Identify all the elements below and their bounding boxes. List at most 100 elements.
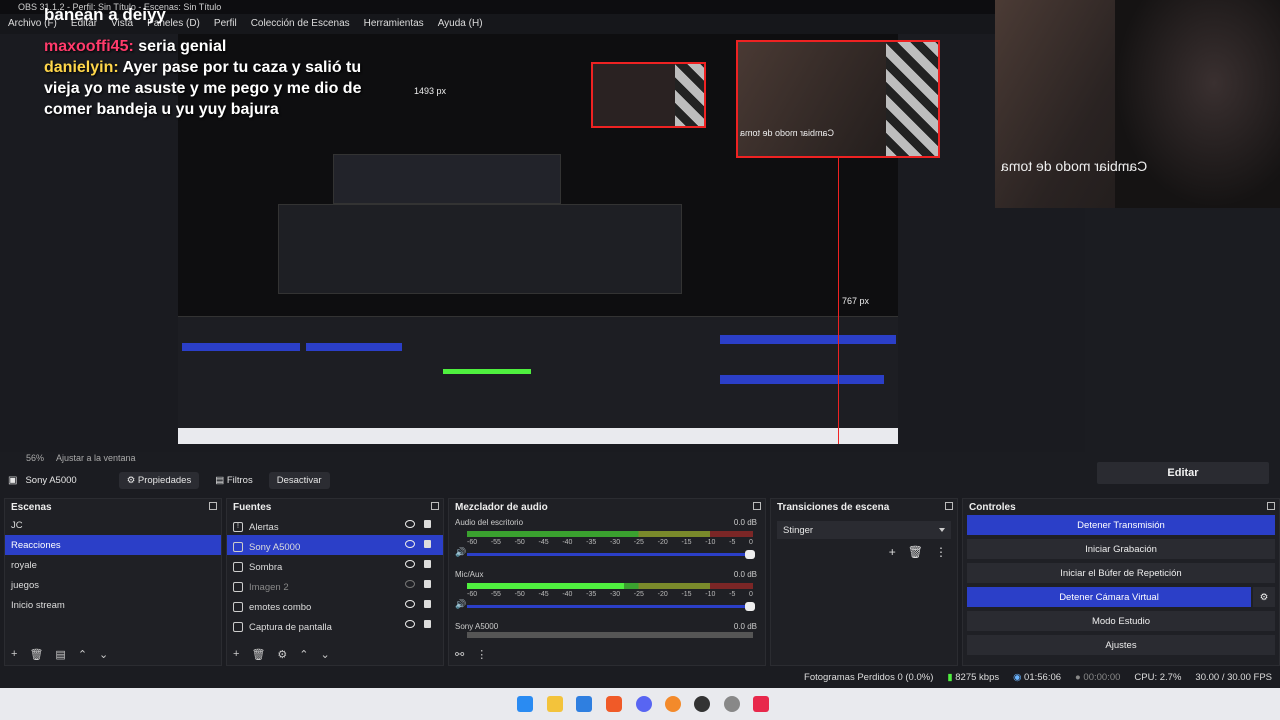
globe-icon [233,562,243,572]
meter-tick: -45 [538,591,549,598]
stop-streaming-button[interactable]: Detener Transmisión [967,515,1275,535]
studio-mode-button[interactable]: Modo Estudio [967,611,1275,631]
add-icon[interactable]: + [889,545,896,559]
more-icon[interactable]: ⋮ [935,545,947,559]
down-icon[interactable]: ⌄ [321,648,330,661]
filter-icon[interactable]: ▤ [55,648,65,661]
eye-icon[interactable] [405,520,415,528]
px-label-1: 1493 px [414,86,447,96]
chevron-down-icon [939,528,945,532]
obs-icon[interactable] [694,696,710,712]
scene-item[interactable]: Inicio stream [5,595,221,615]
px-label-2: 767 px [842,296,870,306]
store-icon[interactable] [576,696,592,712]
stop-virtual-camera-button[interactable]: Detener Cámara Virtual [967,587,1251,607]
scene-item[interactable]: royale [5,555,221,575]
eye-icon[interactable] [405,620,415,628]
deactivate-button[interactable]: Desactivar [268,471,330,489]
volume-slider[interactable] [467,602,755,611]
app-icon[interactable] [753,696,769,712]
stream-banner: banean a deiyy [44,5,166,24]
meter-tick: -35 [586,539,597,546]
add-icon[interactable]: + [233,648,239,661]
meter-tick: -5 [729,591,736,598]
brave-icon[interactable] [606,696,622,712]
trash-icon[interactable]: 🗑 [251,648,265,661]
source-item[interactable]: Imagen 2 [227,575,443,595]
transition-select[interactable]: Stinger [777,521,951,539]
channel-name: Audio del escritorio [455,518,524,527]
eye-icon[interactable] [405,540,415,548]
channel-db: 0.0 dB [733,518,757,527]
channel-db: 0.0 dB [733,622,757,631]
undock-icon[interactable] [945,502,953,510]
source-item[interactable]: Sony A5000 [227,535,443,555]
lock-icon[interactable] [424,520,431,528]
undock-icon[interactable] [209,502,217,510]
windows-start-icon[interactable] [517,696,533,712]
nested-obs-docks [178,316,898,428]
properties-button[interactable]: ⚙ Propiedades [118,471,200,489]
speaker-icon[interactable]: 🔊 [455,547,466,558]
zoom-fit[interactable]: Ajustar a la ventana [56,453,136,466]
microphone-icon[interactable] [665,696,681,712]
folder-icon[interactable] [547,696,563,712]
meter-tick: -40 [562,539,573,546]
scene-item[interactable]: Reacciones [5,535,221,555]
undock-icon[interactable] [431,502,439,510]
filters-button[interactable]: ▤ Filtros [207,472,261,489]
edit-button[interactable]: Editar [1097,462,1269,484]
lock-icon[interactable] [424,560,431,568]
mixer-footer: ⚯ ⋮ [455,648,487,661]
source-selection-box[interactable] [736,40,940,158]
settings-icon[interactable] [724,696,740,712]
lock-icon[interactable] [424,540,431,548]
source-item[interactable]: emotes combo [227,595,443,615]
gear-icon[interactable]: ⚙ [277,648,287,661]
replay-buffer-button[interactable]: Iniciar el Búfer de Repetición [967,563,1275,583]
zoom-level[interactable]: 56% [26,453,44,466]
meter-tick: -30 [609,591,621,598]
menu-perfil[interactable]: Perfil [214,18,237,34]
speaker-icon[interactable]: 🔊 [455,599,466,610]
meter-tick: -50 [514,539,525,546]
right-pane [1085,208,1280,466]
eye-hidden-icon[interactable] [405,580,415,588]
trash-icon[interactable]: 🗑 [908,545,923,559]
source-item[interactable]: ! Alertas [227,515,443,535]
lock-icon[interactable] [424,620,431,628]
settings-button[interactable]: Ajustes [967,635,1275,655]
source-item[interactable]: Captura de pantalla [227,615,443,635]
meter-tick: -40 [562,591,573,598]
up-icon[interactable]: ⌃ [299,648,308,661]
scene-item[interactable]: juegos [5,575,221,595]
more-icon[interactable]: ⋮ [476,648,487,661]
add-icon[interactable]: + [11,648,17,661]
meter-tick: -45 [538,539,549,546]
virtual-camera-settings-button[interactable]: ⚙ [1253,587,1275,607]
scene-item[interactable]: JC [5,515,221,535]
nested-taskbar [178,428,898,444]
menu-ayuda[interactable]: Ayuda (H) [438,18,483,34]
start-recording-button[interactable]: Iniciar Grabación [967,539,1275,559]
up-icon[interactable]: ⌃ [78,648,87,661]
eye-icon[interactable] [405,560,415,568]
lock-icon[interactable] [424,600,431,608]
bitrate: ▮ 8275 kbps [947,672,1000,683]
menu-herramientas[interactable]: Herramientas [364,18,424,34]
meter-tick: -50 [514,591,525,598]
os-taskbar [0,688,1280,720]
menu-coleccion[interactable]: Colección de Escenas [251,18,350,34]
down-icon[interactable]: ⌄ [99,648,108,661]
link-icon[interactable]: ⚯ [455,648,464,661]
source-item[interactable]: Sombra [227,555,443,575]
undock-icon[interactable] [753,502,761,510]
undock-icon[interactable] [1267,502,1275,510]
zoom-bar: 56% Ajustar a la ventana [0,452,1085,466]
trash-icon[interactable]: 🗑 [29,648,43,661]
lock-icon[interactable] [424,580,431,588]
discord-icon[interactable] [636,696,652,712]
volume-slider[interactable] [467,550,755,559]
chat-message: maxooffi45: seria genial [44,36,374,57]
eye-icon[interactable] [405,600,415,608]
